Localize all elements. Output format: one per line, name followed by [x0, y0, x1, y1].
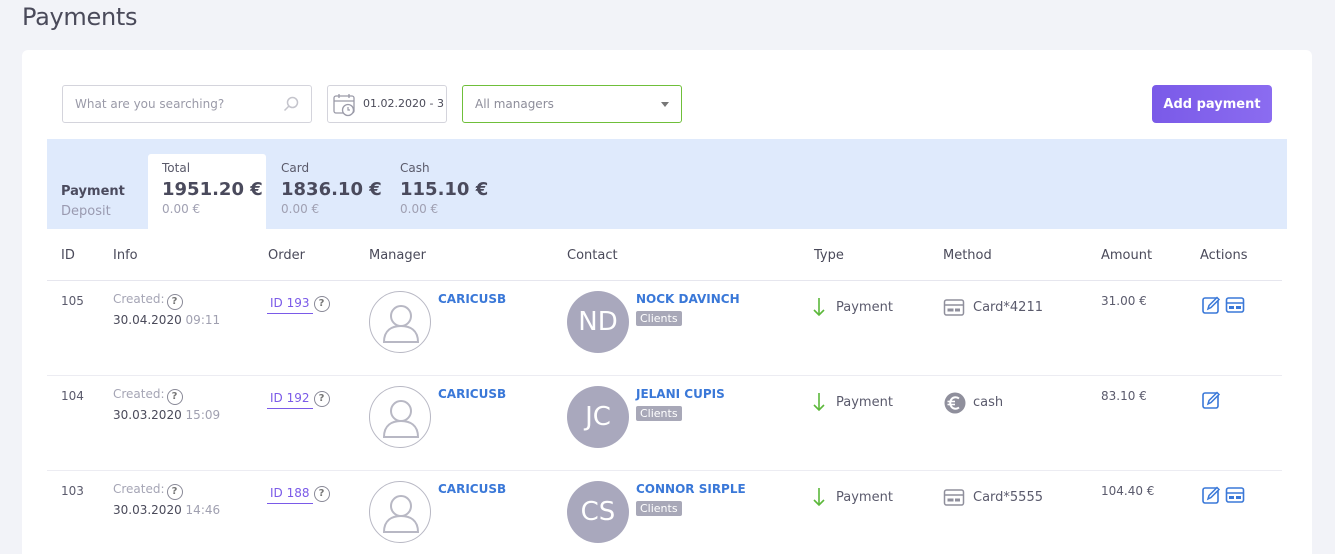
summary-tab-total[interactable]: Total 1951.20 € 0.00 €	[148, 154, 266, 229]
card-icon	[943, 297, 965, 321]
created-label: Created:?	[113, 387, 183, 405]
add-payment-button[interactable]: Add payment	[1152, 85, 1272, 123]
contact-badge: Clients	[636, 501, 682, 516]
edit-icon[interactable]	[1201, 295, 1221, 319]
search-field[interactable]	[62, 85, 312, 123]
row-id: 103	[61, 484, 84, 498]
card-icon[interactable]	[1225, 485, 1245, 509]
date-range-picker[interactable]: 01.02.2020 - 3	[327, 85, 447, 123]
summary-sublabel: Deposit	[61, 204, 111, 219]
payment-method: Card*5555	[973, 490, 1043, 505]
column-header-info[interactable]: Info	[113, 248, 138, 263]
column-header-contact[interactable]: Contact	[567, 248, 618, 263]
help-icon[interactable]: ?	[166, 389, 183, 405]
payments-panel: 01.02.2020 - 3 All managers Add payment …	[22, 50, 1312, 554]
summary-tab-sub: 0.00 €	[400, 202, 439, 216]
table-header: ID Info Order Manager Contact Type Metho…	[47, 229, 1282, 281]
calendar-icon	[332, 92, 358, 122]
summary-tab-sub: 0.00 €	[281, 202, 320, 216]
payment-amount: 83.10 €	[1101, 389, 1147, 403]
contact-avatar: JC	[567, 386, 629, 448]
contact-name[interactable]: JELANI CUPIS	[636, 387, 725, 401]
summary-tab-sub: 0.00 €	[162, 202, 201, 216]
managers-value: All managers	[475, 97, 554, 111]
column-header-method[interactable]: Method	[943, 248, 992, 263]
column-header-id[interactable]: ID	[61, 248, 75, 263]
arrow-down-icon	[812, 487, 826, 511]
manager-avatar	[369, 291, 431, 353]
euro-icon	[943, 392, 967, 418]
created-date: 30.04.2020 09:11	[113, 313, 221, 327]
column-header-actions: Actions	[1200, 248, 1248, 263]
order-link[interactable]: ID 192	[267, 391, 313, 409]
search-icon[interactable]	[283, 96, 299, 116]
help-icon[interactable]: ?	[313, 486, 330, 502]
summary-tab-card[interactable]: Card 1836.10 € 0.00 €	[267, 154, 385, 229]
edit-icon[interactable]	[1201, 390, 1221, 414]
card-icon	[943, 487, 965, 511]
created-label: Created:?	[113, 482, 183, 500]
page-title: Payments	[22, 3, 138, 31]
row-id: 105	[61, 294, 84, 308]
summary-tab-value: 115.10 €	[400, 179, 489, 200]
created-date: 30.03.2020 15:09	[113, 408, 221, 422]
column-header-type[interactable]: Type	[814, 248, 844, 263]
user-placeholder-icon	[382, 400, 420, 438]
arrow-down-icon	[812, 297, 826, 321]
payment-method: Card*4211	[973, 300, 1043, 315]
contact-badge: Clients	[636, 311, 682, 326]
order-cell: ID 192?	[267, 387, 330, 409]
arrow-down-icon	[812, 392, 826, 416]
order-cell: ID 188?	[267, 482, 330, 504]
user-placeholder-icon	[382, 305, 420, 343]
payment-method: cash	[973, 395, 1004, 410]
column-header-amount[interactable]: Amount	[1101, 248, 1152, 263]
manager-avatar	[369, 481, 431, 543]
created-label: Created:?	[113, 292, 183, 310]
summary-tab-label: Total	[162, 161, 191, 175]
card-icon[interactable]	[1225, 295, 1245, 319]
payment-type: Payment	[836, 300, 893, 315]
table-row: 105 Created:? 30.04.2020 09:11 ID 193? C…	[47, 281, 1282, 376]
help-icon[interactable]: ?	[313, 296, 330, 312]
order-link[interactable]: ID 188	[267, 486, 313, 504]
payment-type: Payment	[836, 395, 893, 410]
summary-tab-value: 1836.10 €	[281, 179, 382, 200]
contact-badge: Clients	[636, 406, 682, 421]
contact-name[interactable]: NOCK DAVINCH	[636, 292, 740, 306]
contact-avatar: ND	[567, 291, 629, 353]
help-icon[interactable]: ?	[166, 484, 183, 500]
user-placeholder-icon	[382, 495, 420, 533]
row-id: 104	[61, 389, 84, 403]
managers-select[interactable]: All managers	[462, 85, 682, 123]
date-range-value: 01.02.2020 - 3	[363, 97, 444, 110]
order-cell: ID 193?	[267, 292, 330, 314]
summary-label: Payment	[61, 184, 125, 199]
table-row: 103 Created:? 30.03.2020 14:46 ID 188? C…	[47, 471, 1282, 554]
edit-icon[interactable]	[1201, 485, 1221, 509]
column-header-order[interactable]: Order	[268, 248, 305, 263]
contact-avatar: CS	[567, 481, 629, 543]
manager-name[interactable]: CARICUSB	[438, 387, 506, 401]
manager-name[interactable]: CARICUSB	[438, 482, 506, 496]
summary-bar: Payment Deposit Total 1951.20 € 0.00 € C…	[47, 139, 1287, 229]
summary-tab-label: Card	[281, 161, 310, 175]
help-icon[interactable]: ?	[313, 391, 330, 407]
manager-avatar	[369, 386, 431, 448]
manager-name[interactable]: CARICUSB	[438, 292, 506, 306]
table-row: 104 Created:? 30.03.2020 15:09 ID 192? C…	[47, 376, 1282, 471]
payment-amount: 31.00 €	[1101, 294, 1147, 308]
payment-type: Payment	[836, 490, 893, 505]
search-input[interactable]	[63, 86, 263, 122]
order-link[interactable]: ID 193	[267, 296, 313, 314]
summary-tab-value: 1951.20 €	[162, 179, 263, 200]
chevron-down-icon	[661, 102, 669, 107]
help-icon[interactable]: ?	[166, 294, 183, 310]
summary-tab-label: Cash	[400, 161, 430, 175]
created-date: 30.03.2020 14:46	[113, 503, 221, 517]
contact-name[interactable]: CONNOR SIRPLE	[636, 482, 746, 496]
summary-tab-cash[interactable]: Cash 115.10 € 0.00 €	[386, 154, 504, 229]
column-header-manager[interactable]: Manager	[369, 248, 426, 263]
payment-amount: 104.40 €	[1101, 484, 1155, 498]
